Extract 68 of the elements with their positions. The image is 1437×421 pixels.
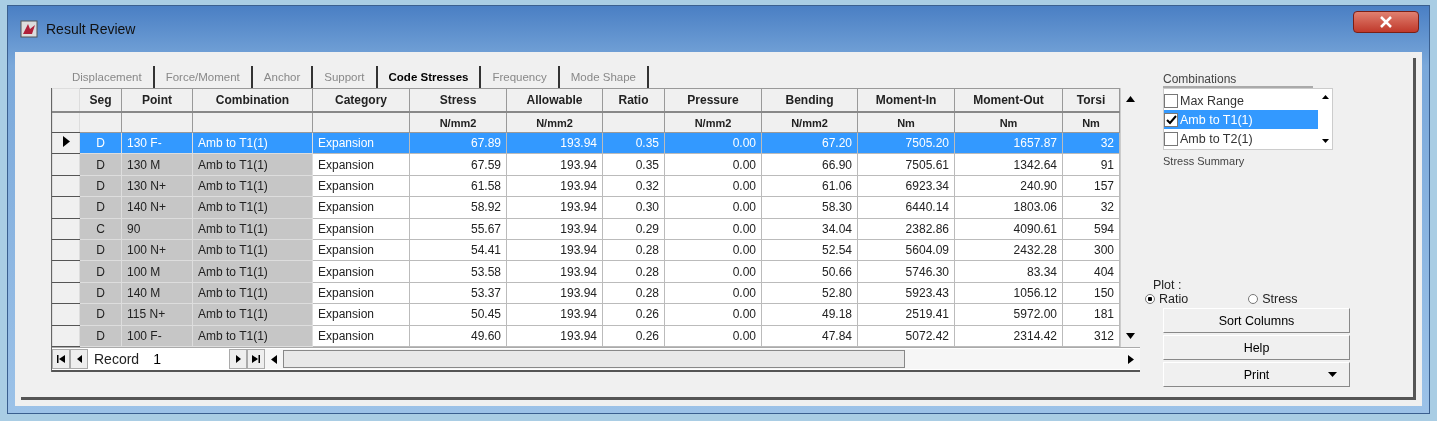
- list-item[interactable]: Amb to T2(1): [1164, 129, 1318, 148]
- record-label: Record: [94, 351, 140, 367]
- table-row[interactable]: D 140 M Amb to T1(1) Expansion 53.37 193.94 0.28 0.00 52.80 5923.43 1056.12 150: [52, 282, 1120, 304]
- list-item-label: Max Range: [1180, 93, 1244, 108]
- caret-icon: [1328, 372, 1337, 377]
- window-title: Result Review: [46, 21, 136, 37]
- radio-option[interactable]: Ratio: [1145, 292, 1189, 306]
- scroll-thumb[interactable]: [283, 350, 906, 368]
- next-record-button[interactable]: [229, 349, 248, 369]
- app-icon: [20, 20, 38, 38]
- list-item[interactable]: Max Range: [1164, 91, 1318, 110]
- column-header[interactable]: Ratio: [602, 88, 665, 112]
- checkbox[interactable]: [1164, 93, 1178, 108]
- scroll-left-icon: [271, 354, 278, 364]
- column-header[interactable]: Moment-Out: [954, 88, 1063, 112]
- close-button[interactable]: [1353, 11, 1419, 33]
- list-item-label: Amb to T1(1): [1180, 112, 1253, 127]
- unit-label: N/mm2: [791, 116, 828, 129]
- row-pointer-icon: [62, 136, 70, 148]
- stress-summary-label: Stress Summary: [1163, 155, 1245, 167]
- table-row[interactable]: C 90 Amb to T1(1) Expansion 55.67 193.94 0.29 0.00 34.04 2382.86 4090.61 594: [52, 218, 1120, 240]
- previous-icon: [76, 355, 82, 363]
- column-header[interactable]: Seg: [79, 88, 122, 112]
- column-header[interactable]: Allowable: [506, 88, 603, 112]
- action-button[interactable]: Help: [1163, 335, 1350, 360]
- scroll-right-icon: [1128, 354, 1134, 364]
- unit-label: N/mm2: [439, 116, 477, 129]
- unit-label: N/mm2: [694, 116, 732, 129]
- table-row[interactable]: D 130 M Amb to T1(1) Expansion 67.59 193.94 0.35 0.00 66.90 7505.61 1342.64 91: [52, 153, 1120, 176]
- close-icon: [1379, 16, 1393, 28]
- column-header[interactable]: Torsi: [1062, 88, 1120, 112]
- table-row[interactable]: D 140 N+ Amb to T1(1) Expansion 58.92 193.94 0.30 0.00 58.30 6440.14 1803.06 32: [52, 196, 1120, 219]
- scroll-down-icon: [1126, 333, 1135, 339]
- column-header[interactable]: Moment-In: [857, 88, 955, 112]
- unit-label: Nm: [999, 116, 1018, 129]
- column-header[interactable]: Category: [312, 88, 410, 112]
- checkbox[interactable]: [1164, 112, 1178, 127]
- unit-label: N/mm2: [536, 116, 573, 129]
- column-header[interactable]: Bending: [761, 88, 858, 112]
- last-icon: [252, 355, 261, 363]
- unit-label: Nm: [897, 116, 915, 129]
- first-icon: [57, 355, 65, 363]
- column-header[interactable]: Point: [121, 88, 193, 112]
- plot-label: Plot :: [1153, 278, 1182, 292]
- scroll-up-icon: [1126, 96, 1135, 102]
- next-icon: [235, 355, 241, 363]
- horizontal-scrollbar[interactable]: [265, 349, 1140, 369]
- action-button[interactable]: Sort Columns: [1163, 308, 1350, 333]
- table-row[interactable]: D 115 N+ Amb to T1(1) Expansion 50.45 193.94 0.26 0.00 49.18 2519.41 5972.00 181: [52, 303, 1120, 325]
- radio-button[interactable]: [1145, 294, 1155, 304]
- checkbox[interactable]: [1164, 131, 1178, 146]
- table-row[interactable]: D 100 N+ Amb to T1(1) Expansion 54.41 193.94 0.28 0.00 52.54 5604.09 2432.28 300: [52, 239, 1120, 261]
- table-row[interactable]: D 100 F- Amb to T1(1) Expansion 49.60 193.94 0.26 0.00 47.84 5072.42 2314.42 312: [52, 325, 1120, 347]
- table-row[interactable]: D 130 N+ Amb to T1(1) Expansion 61.58 193.94 0.32 0.00 61.06 6923.34 240.90 157: [52, 175, 1120, 197]
- column-header[interactable]: Stress: [409, 88, 507, 112]
- previous-record-button[interactable]: [70, 349, 88, 369]
- last-record-button[interactable]: [247, 349, 266, 369]
- column-header[interactable]: Combination: [192, 88, 313, 112]
- scroll-up-icon: [1321, 95, 1329, 99]
- radio-option[interactable]: Stress: [1248, 292, 1298, 306]
- table-row[interactable]: D 100 M Amb to T1(1) Expansion 53.58 193.94 0.28 0.00 50.66 5746.30 83.34 404: [52, 260, 1120, 283]
- unit-label: Nm: [1082, 116, 1100, 129]
- column-header[interactable]: Pressure: [664, 88, 762, 112]
- scroll-down-icon: [1321, 139, 1329, 143]
- first-record-button[interactable]: [52, 349, 70, 369]
- radio-button[interactable]: [1248, 294, 1259, 304]
- action-button[interactable]: Print: [1163, 362, 1350, 387]
- list-item-label: Amb to T2(1): [1180, 131, 1253, 146]
